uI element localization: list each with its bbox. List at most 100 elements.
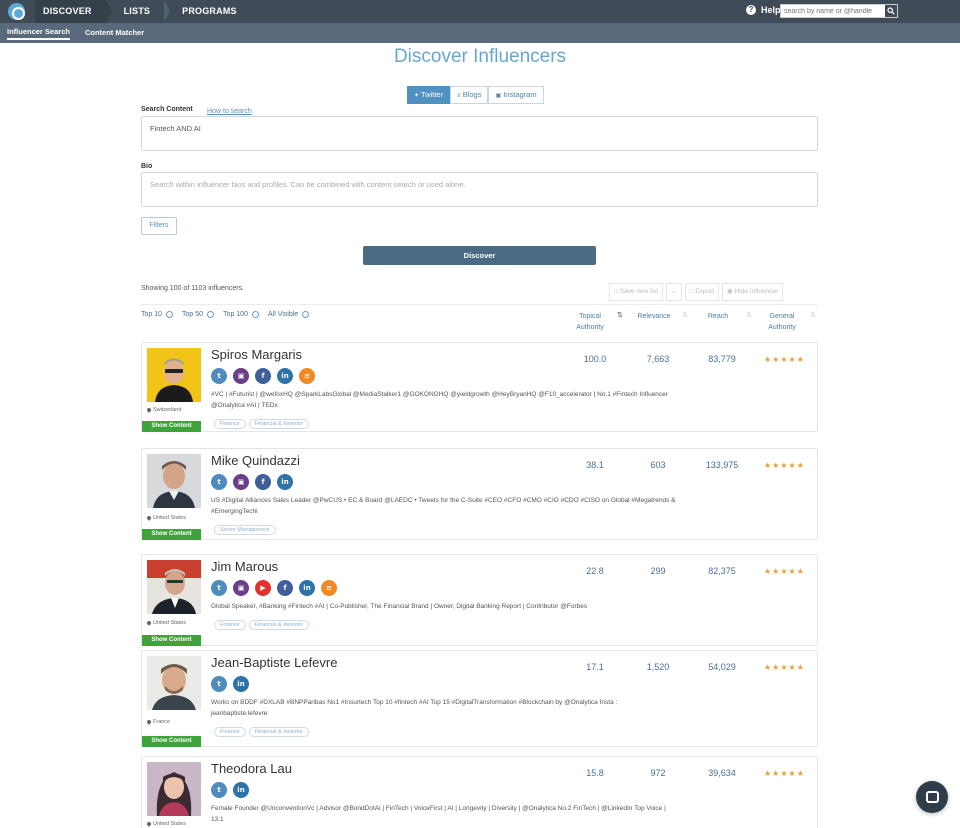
top-10-option[interactable]: Top 10 <box>141 311 174 318</box>
instagram-icon[interactable]: ▣ <box>233 368 249 384</box>
show-content-button[interactable]: Show Content <box>142 736 201 747</box>
tag[interactable]: Finance <box>214 620 246 630</box>
tag-list: Finance Financial & Investor <box>214 620 312 630</box>
facebook-icon[interactable]: f <box>277 580 293 596</box>
facebook-icon[interactable]: f <box>255 474 271 490</box>
top-50-option[interactable]: Top 50 <box>182 311 215 318</box>
influencer-name[interactable]: Spiros Margaris <box>211 347 302 362</box>
save-list-button[interactable]: □ Save new list <box>609 283 664 301</box>
hide-influencer-button[interactable]: ◉ Hide Influencer <box>722 283 784 301</box>
sub-nav-bar: Influencer Search Content Matcher <box>0 23 960 43</box>
sort-asc-icon[interactable]: ⇅ <box>617 311 623 319</box>
sort-icon[interactable]: ⇅ <box>810 311 816 319</box>
tag-list: Finance Financial & Investor <box>214 727 312 737</box>
search-icon[interactable] <box>885 5 897 17</box>
linkedin-icon[interactable]: in <box>277 474 293 490</box>
tag[interactable]: Financial & Investor <box>248 727 309 737</box>
avatar <box>147 560 201 614</box>
main-content: Discover Influencers ✦ Twitter ≡ Blogs ▣… <box>0 43 960 828</box>
tag[interactable]: Finance <box>214 419 246 429</box>
influencer-name[interactable]: Jean-Baptiste Lefevre <box>211 655 337 670</box>
divider <box>141 304 818 305</box>
search-content-input[interactable]: Fintech AND AI <box>141 116 818 151</box>
influencer-name[interactable]: Mike Quindazzi <box>211 453 300 468</box>
influencer-name[interactable]: Jim Marous <box>211 559 278 574</box>
tag-list: Senior Management <box>214 525 279 535</box>
show-content-button[interactable]: Show Content <box>142 529 201 540</box>
radio-icon[interactable] <box>302 311 310 318</box>
linkedin-icon[interactable]: in <box>233 676 249 692</box>
col-relevance[interactable]: Relevance <box>630 311 678 322</box>
tag[interactable]: Senior Management <box>214 525 276 535</box>
col-topical-authority[interactable]: Topical Authority <box>566 311 614 333</box>
chat-launcher-button[interactable] <box>916 781 948 813</box>
all-visible-option[interactable]: All Visible <box>268 311 310 318</box>
twitter-icon[interactable]: t <box>211 580 227 596</box>
facebook-icon[interactable]: f <box>255 368 271 384</box>
subnav-content-matcher[interactable]: Content Matcher <box>85 28 144 39</box>
bio-input[interactable]: Search within influencer bios and profil… <box>141 172 818 207</box>
twitter-icon[interactable]: t <box>211 782 227 798</box>
topical-authority-value: 15.8 <box>586 768 604 778</box>
save-icon: □ <box>614 288 618 295</box>
social-icons: t ▣ f in ≡ <box>211 368 321 384</box>
col-general-authority[interactable]: General Authority <box>758 311 806 333</box>
tab-twitter[interactable]: ✦ Twitter <box>407 86 451 104</box>
sort-icon[interactable]: ⇅ <box>682 311 688 319</box>
star-rating: ★★★★★ <box>764 769 805 778</box>
topical-authority-value: 100.0 <box>583 354 607 364</box>
star-rating: ★★★★★ <box>764 355 805 364</box>
how-to-search-link[interactable]: How to search <box>207 108 252 115</box>
tag[interactable]: Financial & Investor <box>248 419 309 429</box>
radio-icon[interactable] <box>251 311 259 318</box>
top-100-option[interactable]: Top 100 <box>223 311 259 318</box>
influencer-card: France Show Content Jean-Baptiste Lefevr… <box>141 650 818 747</box>
relevance-value: 603 <box>650 460 666 470</box>
linkedin-icon[interactable]: in <box>233 782 249 798</box>
rss-icon[interactable]: ≡ <box>299 368 315 384</box>
tag[interactable]: Financial & Investor <box>248 620 309 630</box>
tag[interactable]: Finance <box>214 727 246 737</box>
tab-blogs[interactable]: ≡ Blogs <box>450 86 489 104</box>
search-content-label: Search Content <box>141 106 193 113</box>
top-filter-options: Top 10 Top 50 Top 100 All Visible <box>141 311 318 318</box>
show-content-button[interactable]: Show Content <box>142 421 201 432</box>
export-button[interactable]: □ Export <box>684 283 720 301</box>
radio-icon[interactable] <box>166 311 174 318</box>
nav-programs[interactable]: PROGRAMS <box>164 0 251 23</box>
col-reach[interactable]: Reach <box>694 311 742 322</box>
tab-instagram[interactable]: ▣ Instagram <box>488 86 544 104</box>
reach-value: 82,375 <box>708 566 736 576</box>
linkedin-icon[interactable]: in <box>299 580 315 596</box>
rss-icon[interactable]: ≡ <box>321 580 337 596</box>
save-list-dropdown[interactable]: ⌄ <box>666 283 682 301</box>
nav-lists[interactable]: LISTS <box>106 0 170 23</box>
nav-discover[interactable]: DISCOVER <box>35 0 112 23</box>
subnav-influencer-search[interactable]: Influencer Search <box>7 27 70 40</box>
twitter-icon[interactable]: t <box>211 368 227 384</box>
radio-icon[interactable] <box>207 311 215 318</box>
handle-search <box>780 4 898 18</box>
linkedin-icon[interactable]: in <box>277 368 293 384</box>
discover-button[interactable]: Discover <box>363 246 596 265</box>
twitter-icon[interactable]: t <box>211 474 227 490</box>
instagram-icon[interactable]: ▣ <box>233 474 249 490</box>
handle-search-input[interactable] <box>781 7 884 15</box>
influencer-bio: Female Founder @UnconventionVc | Advisor… <box>211 805 666 823</box>
twitter-icon[interactable]: t <box>211 676 227 692</box>
location: United States <box>146 515 186 521</box>
youtube-icon[interactable]: ▶ <box>255 580 271 596</box>
map-pin-icon <box>146 620 152 626</box>
show-content-button[interactable]: Show Content <box>142 635 201 646</box>
influencer-name[interactable]: Theodora Lau <box>211 761 292 776</box>
instagram-icon[interactable]: ▣ <box>233 580 249 596</box>
help-link[interactable]: ? Help <box>746 5 781 15</box>
filters-button[interactable]: Filters <box>141 217 177 235</box>
avatar <box>147 656 201 710</box>
sort-icon[interactable]: ⇅ <box>746 311 752 319</box>
eye-icon: ◉ <box>727 288 733 295</box>
avatar <box>147 348 201 402</box>
app-logo[interactable] <box>8 3 25 20</box>
help-label: Help <box>761 5 781 15</box>
result-actions: □ Save new list ⌄ □ Export ◉ Hide Influe… <box>609 283 784 301</box>
